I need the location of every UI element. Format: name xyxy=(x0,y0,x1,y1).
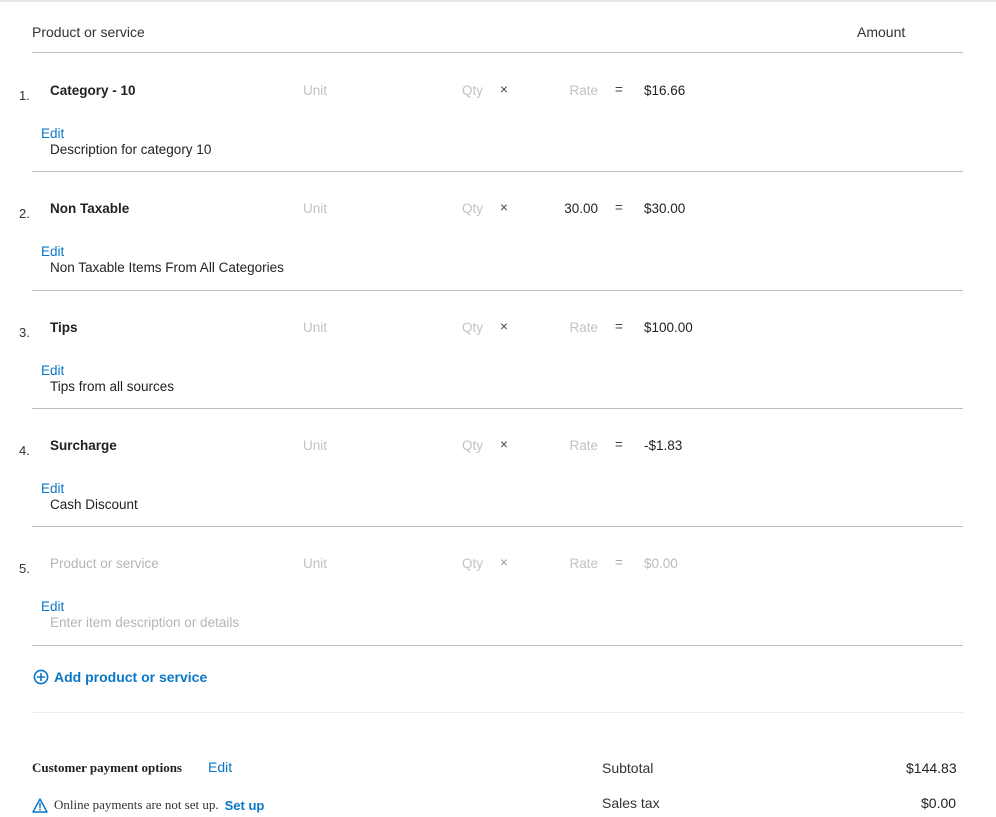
header-divider xyxy=(32,52,963,53)
online-payments-warning: Online payments are not set up. Set up xyxy=(32,797,264,813)
qty-field[interactable]: Qty xyxy=(462,556,483,571)
multiply-sign: × xyxy=(500,200,508,215)
product-service-field[interactable]: Tips xyxy=(50,320,78,335)
product-service-field[interactable]: Non Taxable xyxy=(50,201,129,216)
unit-field[interactable]: Unit xyxy=(303,83,327,98)
equals-sign: = xyxy=(615,555,623,570)
equals-sign: = xyxy=(615,200,623,215)
equals-sign: = xyxy=(615,319,623,334)
rate-field[interactable]: Rate xyxy=(548,320,598,335)
line-description[interactable]: Non Taxable Items From All Categories xyxy=(50,260,284,275)
unit-field[interactable]: Unit xyxy=(303,201,327,216)
equals-sign: = xyxy=(615,437,623,452)
line-number: 2. xyxy=(19,206,30,221)
warning-text: Online payments are not set up. xyxy=(54,797,219,812)
multiply-sign: × xyxy=(500,319,508,334)
setup-payments-link[interactable]: Set up xyxy=(225,798,265,813)
add-product-button[interactable]: Add product or service xyxy=(33,669,207,685)
line-amount[interactable]: $0.00 xyxy=(644,556,678,571)
edit-description-link[interactable]: Edit xyxy=(41,363,64,378)
line-number: 3. xyxy=(19,325,30,340)
line-divider xyxy=(32,290,963,291)
product-service-field[interactable]: Surcharge xyxy=(50,438,117,453)
rate-field[interactable]: 30.00 xyxy=(548,201,598,216)
line-number: 5. xyxy=(19,561,30,576)
edit-description-link[interactable]: Edit xyxy=(41,244,64,259)
rate-field[interactable]: Rate xyxy=(548,556,598,571)
unit-field[interactable]: Unit xyxy=(303,438,327,453)
warning-triangle-icon xyxy=(32,797,48,813)
line-description[interactable]: Description for category 10 xyxy=(50,142,211,157)
edit-description-link[interactable]: Edit xyxy=(41,481,64,496)
qty-field[interactable]: Qty xyxy=(462,320,483,335)
line-description[interactable]: Enter item description or details xyxy=(50,615,239,630)
subtotal-label: Subtotal xyxy=(602,760,654,776)
edit-description-link[interactable]: Edit xyxy=(41,599,64,614)
line-divider xyxy=(32,526,963,527)
product-service-field[interactable]: Product or service xyxy=(50,556,159,571)
line-description[interactable]: Cash Discount xyxy=(50,497,138,512)
line-description[interactable]: Tips from all sources xyxy=(50,379,174,394)
rate-field[interactable]: Rate xyxy=(548,83,598,98)
line-divider xyxy=(32,171,963,172)
section-divider xyxy=(32,712,963,713)
line-number: 1. xyxy=(19,88,30,103)
line-amount[interactable]: $16.66 xyxy=(644,83,685,98)
line-amount[interactable]: -$1.83 xyxy=(644,438,682,453)
multiply-sign: × xyxy=(500,437,508,452)
unit-field[interactable]: Unit xyxy=(303,320,327,335)
line-item-4[interactable]: 4. Surcharge Unit Qty × Rate = -$1.83 Ed… xyxy=(0,416,996,534)
add-product-label: Add product or service xyxy=(54,669,208,685)
top-border xyxy=(0,0,996,2)
subtotal-value: $144.83 xyxy=(906,760,957,776)
line-number: 4. xyxy=(19,443,30,458)
equals-sign: = xyxy=(615,82,623,97)
unit-field[interactable]: Unit xyxy=(303,556,327,571)
column-header-amount: Amount xyxy=(857,24,906,40)
payment-options-edit-link[interactable]: Edit xyxy=(208,759,232,775)
product-service-field[interactable]: Category - 10 xyxy=(50,83,136,98)
edit-description-link[interactable]: Edit xyxy=(41,126,64,141)
qty-field[interactable]: Qty xyxy=(462,83,483,98)
multiply-sign: × xyxy=(500,555,508,570)
line-item-5[interactable]: 5. Product or service Unit Qty × Rate = … xyxy=(0,534,996,652)
multiply-sign: × xyxy=(500,82,508,97)
qty-field[interactable]: Qty xyxy=(462,201,483,216)
rate-field[interactable]: Rate xyxy=(548,438,598,453)
column-header-product: Product or service xyxy=(32,24,145,40)
line-item-1[interactable]: 1. Category - 10 Unit Qty × Rate = $16.6… xyxy=(0,61,996,179)
line-divider xyxy=(32,645,963,646)
line-item-2[interactable]: 2. Non Taxable Unit Qty × 30.00 = $30.00… xyxy=(0,179,996,297)
line-amount[interactable]: $100.00 xyxy=(644,320,693,335)
line-item-3[interactable]: 3. Tips Unit Qty × Rate = $100.00 Edit T… xyxy=(0,298,996,416)
line-divider xyxy=(32,408,963,409)
line-amount[interactable]: $30.00 xyxy=(644,201,685,216)
customer-payment-options-label: Customer payment options xyxy=(32,760,182,775)
plus-circle-icon xyxy=(33,669,49,685)
qty-field[interactable]: Qty xyxy=(462,438,483,453)
